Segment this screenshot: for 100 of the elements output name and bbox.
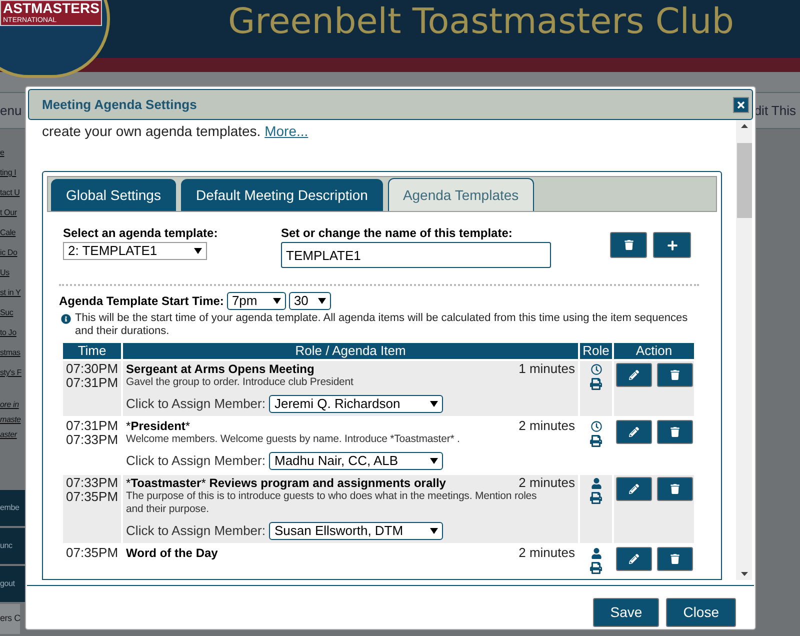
add-template-button[interactable] [653, 232, 691, 258]
assign-label: Click to Assign Member: [126, 523, 266, 539]
agenda-item-title: *Toastmaster* Reviews program and assignments orally [126, 476, 446, 490]
member-select[interactable]: Jeremi Q. Richardson [269, 395, 444, 413]
template-select[interactable]: 2: TEMPLATE1 [63, 242, 207, 260]
scroll-down-icon[interactable] [740, 572, 748, 576]
duration: 2 minutes [518, 546, 575, 560]
delete-template-button[interactable] [610, 232, 647, 258]
template-select-label: Select an agenda template: [63, 225, 219, 242]
scroll-thumb[interactable] [736, 143, 752, 218]
column-header: Time [63, 343, 122, 359]
sidebar-note: aster [0, 428, 17, 440]
agenda-item-title: *President* [126, 419, 190, 433]
sidebar-link[interactable]: stmas [0, 343, 20, 363]
sidebar-link[interactable]: sty's F [0, 363, 22, 383]
column-header: Role [580, 343, 612, 359]
close-icon[interactable] [733, 96, 749, 112]
dialog-button[interactable]: Save [593, 598, 660, 627]
agenda-item-title: Word of the Day [126, 546, 218, 560]
dropdown-caret-icon [272, 298, 281, 304]
column-header: Action [614, 343, 694, 359]
member-select[interactable]: Madhu Nair, CC, ALB [269, 452, 444, 470]
tab[interactable]: Default Meeting Description [180, 179, 383, 211]
sidebar-link[interactable]: tact U [0, 183, 20, 203]
end-time: 07:33PM [66, 433, 118, 447]
more-link[interactable]: More... [264, 123, 308, 139]
scroll-up-icon[interactable] [740, 124, 748, 128]
tab[interactable]: Global Settings [51, 179, 176, 211]
sidebar-link[interactable]: t Our [0, 203, 17, 223]
sidebar-button[interactable]: gout [0, 566, 26, 602]
minute-select[interactable]: 30 [288, 292, 331, 310]
pencil-icon [628, 484, 638, 494]
hour-select[interactable]: 7pm [226, 292, 286, 310]
dropdown-caret-icon [194, 248, 202, 254]
sidebar-link[interactable]: st in Y [0, 283, 21, 303]
delete-button[interactable] [656, 363, 692, 387]
sidebar-button[interactable]: embe [0, 490, 26, 526]
start-time: 07:31PM [66, 419, 118, 433]
edit-button[interactable] [616, 363, 652, 387]
dialog-button[interactable]: Close [666, 598, 736, 627]
logo-text: ASTMASTERS [3, 1, 100, 16]
start-time: 07:30PM [66, 362, 118, 376]
agenda-item-description: Gavel the group to order. Introduce club President [126, 376, 354, 389]
delete-button[interactable] [656, 477, 692, 501]
dropdown-caret-icon [430, 528, 438, 534]
assign-label: Click to Assign Member: [126, 396, 266, 412]
edit-button[interactable] [616, 477, 652, 501]
sidebar-link[interactable]: ic Do [0, 243, 18, 263]
trash-icon [670, 427, 680, 437]
trash-icon [670, 484, 680, 494]
print-icon[interactable] [590, 378, 602, 390]
start-time: 07:35PM [66, 546, 118, 560]
edit-button[interactable] [616, 420, 652, 444]
sidebar-button[interactable]: unc [0, 528, 26, 564]
tab[interactable]: Agenda Templates [388, 178, 534, 211]
pencil-icon [628, 370, 638, 380]
intro-text: create your own agenda templates. [42, 123, 262, 139]
info-icon [61, 314, 71, 324]
trash-icon [624, 240, 634, 250]
info-text: This will be the start time of your agenda template. All agenda items will be calculated from this time using the item sequences and their durations. [75, 312, 689, 338]
print-icon[interactable] [590, 562, 602, 574]
agenda-item-title: Sergeant at Arms Opens Meeting [126, 362, 314, 376]
print-icon[interactable] [590, 435, 602, 447]
member-select[interactable]: Susan Ellsworth, DTM [269, 522, 444, 540]
trash-icon [670, 554, 680, 564]
footer-text: ers C [0, 604, 20, 634]
delete-button[interactable] [656, 547, 692, 571]
pencil-icon [628, 427, 638, 437]
duration: 2 minutes [518, 419, 575, 433]
menu-text: enu [0, 102, 22, 120]
start-time-label: Agenda Template Start Time: [59, 293, 224, 310]
print-icon[interactable] [590, 492, 602, 504]
template-name-field[interactable]: TEMPLATE1 [281, 242, 551, 268]
dropdown-caret-icon [430, 401, 438, 407]
scrollbar[interactable] [736, 120, 752, 580]
dialog-title: Meeting Agenda Settings [42, 96, 197, 114]
start-time: 07:33PM [66, 476, 118, 490]
assign-label: Click to Assign Member: [126, 453, 266, 469]
plus-icon [666, 240, 678, 250]
agenda-item-description: Welcome members. Welcome guests by name. Introduce *Toastmaster* . [126, 433, 461, 446]
duration: 2 minutes [518, 476, 575, 490]
edit-button[interactable] [616, 547, 652, 571]
sidebar-link[interactable]: e [0, 143, 4, 163]
template-name-label: Set or change the name of this template: [281, 225, 514, 242]
trash-icon [670, 370, 680, 380]
pencil-icon [628, 554, 638, 564]
sidebar-link[interactable]: Us [0, 263, 10, 283]
agenda-item-description: The purpose of this is to introduce guests to who does what in the meetings. Mention roles and their purpose. [126, 490, 538, 516]
end-time: 07:31PM [66, 376, 118, 390]
duration: 1 minutes [518, 362, 575, 376]
sidebar-note: maste [0, 414, 21, 426]
sidebar-link[interactable]: Suc [0, 303, 14, 323]
sidebar-link[interactable]: to Jo [0, 323, 16, 343]
sidebar-link[interactable]: ting I [0, 163, 16, 183]
site-title: Greenbelt Toastmasters Club [228, 1, 734, 44]
sidebar-note: ore in [0, 398, 19, 410]
end-time: 07:35PM [66, 490, 118, 504]
dropdown-caret-icon [318, 298, 326, 304]
delete-button[interactable] [656, 420, 692, 444]
sidebar-link[interactable]: Cale [0, 223, 16, 243]
